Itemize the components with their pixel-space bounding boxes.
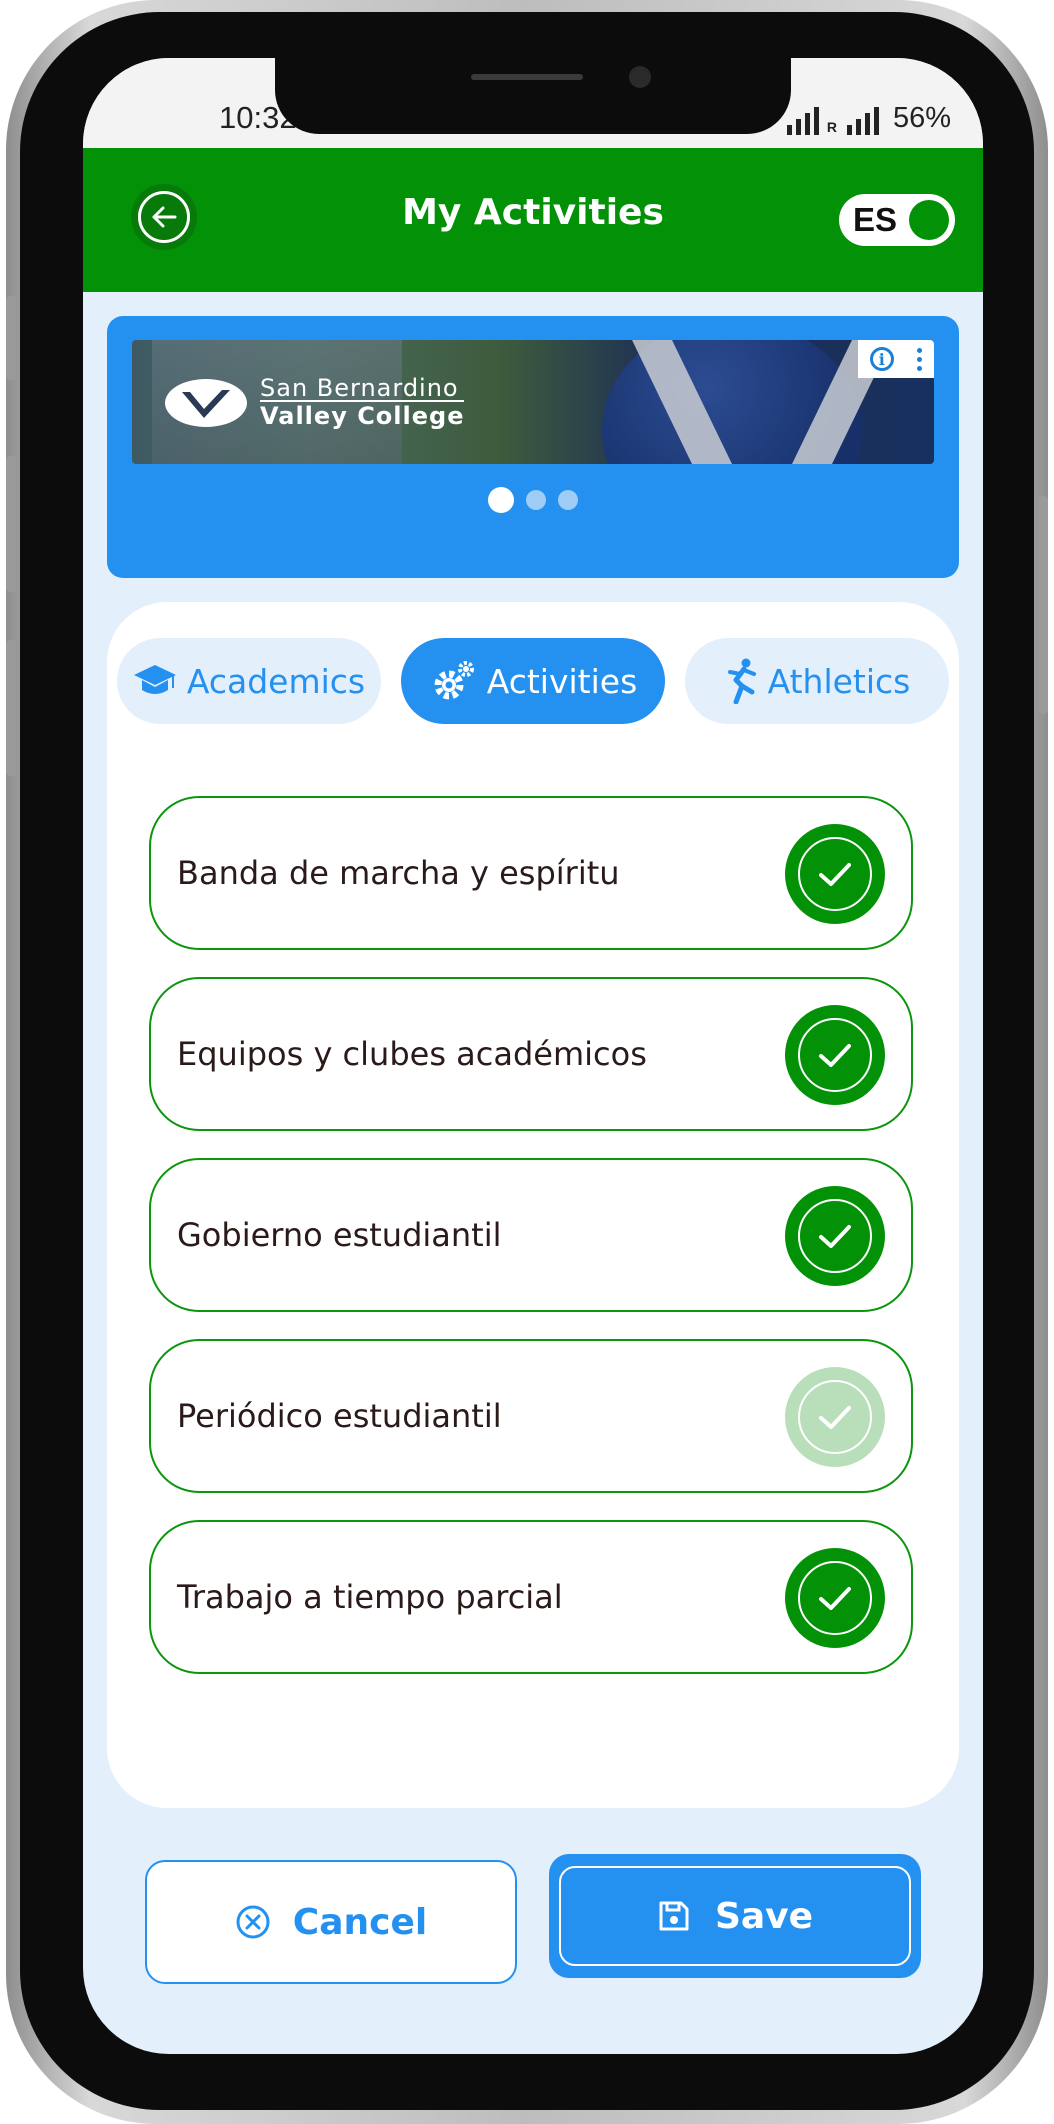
activity-item[interactable]: Gobierno estudiantil xyxy=(149,1158,913,1312)
floppy-disk-icon xyxy=(659,1901,689,1931)
screen: 10:32 R 56% My Activities ES San Bernard… xyxy=(83,58,983,2054)
activity-item[interactable]: Banda de marcha y espíritu xyxy=(149,796,913,950)
check-toggle[interactable] xyxy=(785,1186,885,1286)
cell-signal-icon xyxy=(846,107,879,135)
pager-dot[interactable] xyxy=(558,490,578,510)
cancel-button[interactable]: Cancel xyxy=(145,1860,517,1984)
app-bar: My Activities ES xyxy=(83,148,983,292)
power-button xyxy=(1038,496,1048,714)
ad-banner-card: San Bernardino Valley College i xyxy=(107,316,959,578)
language-label: ES xyxy=(853,201,898,238)
checkmark-icon xyxy=(798,1561,872,1635)
phone-frame: 10:32 R 56% My Activities ES San Bernard… xyxy=(6,0,1048,2124)
tab-academics[interactable]: Academics xyxy=(117,638,381,724)
ad-choices-badge[interactable]: i xyxy=(858,340,934,378)
tab-activities[interactable]: Activities xyxy=(401,638,665,724)
category-tabs: Academics Activities Athletics xyxy=(117,638,949,724)
activity-item[interactable]: Equipos y clubes académicos xyxy=(149,977,913,1131)
checkmark-icon xyxy=(798,1199,872,1273)
v-sculpture-graphic xyxy=(632,340,892,464)
activity-label: Gobierno estudiantil xyxy=(177,1216,502,1254)
graduation-cap-icon xyxy=(133,665,176,694)
pager-dot[interactable] xyxy=(526,490,546,510)
activities-card: Academics Activities Athletics Banda de … xyxy=(107,602,959,1808)
activity-label: Banda de marcha y espíritu xyxy=(177,854,620,892)
activity-label: Trabajo a tiempo parcial xyxy=(177,1578,563,1616)
toggle-knob xyxy=(909,200,949,240)
info-icon: i xyxy=(869,347,894,371)
ad-banner-image[interactable]: San Bernardino Valley College i xyxy=(132,340,934,464)
checkmark-icon xyxy=(798,1380,872,1454)
mute-switch xyxy=(6,296,16,380)
battery-percentage: 56% xyxy=(892,102,951,134)
tab-label: Activities xyxy=(486,661,638,701)
activity-label: Periódico estudiantil xyxy=(177,1397,502,1435)
tab-athletics[interactable]: Athletics xyxy=(685,638,949,724)
camera-notch xyxy=(275,58,791,134)
check-toggle[interactable] xyxy=(785,1548,885,1648)
cancel-circle-icon xyxy=(236,1905,270,1939)
tab-label: Academics xyxy=(186,661,366,701)
wifi-signal-icon xyxy=(786,107,819,135)
earpiece-speaker xyxy=(471,74,583,80)
checkmark-icon xyxy=(798,1018,872,1092)
runner-icon xyxy=(727,658,756,704)
roaming-label: R xyxy=(826,119,837,135)
activity-item[interactable]: Trabajo a tiempo parcial xyxy=(149,1520,913,1674)
status-indicators: R 56% xyxy=(786,102,951,135)
pager-dot-active[interactable] xyxy=(488,487,514,513)
check-toggle[interactable] xyxy=(785,1005,885,1105)
language-toggle[interactable]: ES xyxy=(839,194,955,246)
check-toggle[interactable] xyxy=(785,824,885,924)
gears-icon xyxy=(434,661,474,700)
tab-label: Athletics xyxy=(767,661,911,701)
volume-down-button xyxy=(6,640,16,776)
activity-item[interactable]: Periódico estudiantil xyxy=(149,1339,913,1493)
activity-label: Equipos y clubes académicos xyxy=(177,1035,647,1073)
activity-list: Banda de marcha y espíritu Equipos y clu… xyxy=(149,796,913,1701)
front-camera xyxy=(629,66,651,88)
banner-pager xyxy=(107,487,959,513)
checkmark-icon xyxy=(798,837,872,911)
more-vertical-icon xyxy=(917,347,923,371)
save-button-inner: Save xyxy=(559,1866,911,1966)
brand-name-line1: San Bernardino xyxy=(260,374,459,402)
check-toggle[interactable] xyxy=(785,1367,885,1467)
save-button[interactable]: Save xyxy=(549,1854,921,1978)
college-logo-icon xyxy=(165,379,247,427)
cancel-label: Cancel xyxy=(292,1901,428,1943)
volume-up-button xyxy=(6,456,16,592)
save-label: Save xyxy=(714,1895,814,1937)
brand-name-line2: Valley College xyxy=(260,400,465,430)
